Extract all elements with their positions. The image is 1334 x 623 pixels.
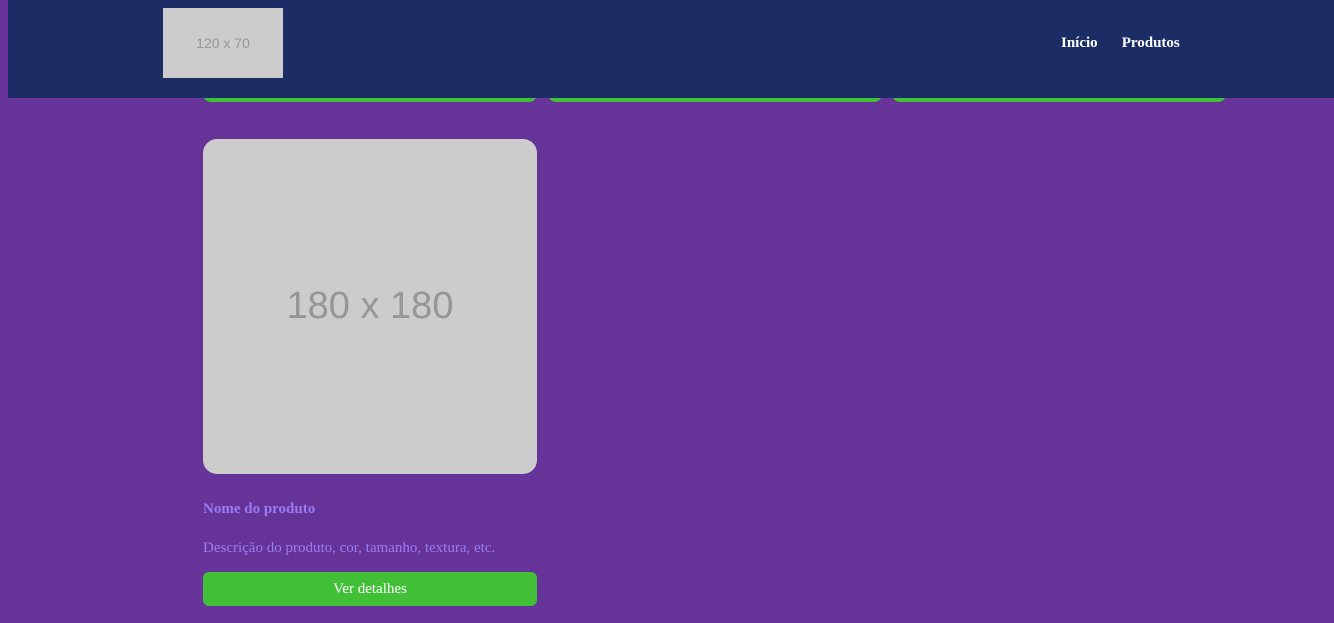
- product-card: 180 x 180 Nome do produto Descrição do p…: [203, 139, 537, 606]
- product-name: Nome do produto: [203, 501, 316, 517]
- page: 120 x 70 Início Produtos 180 x 180 Nome …: [0, 0, 1334, 623]
- logo-placeholder[interactable]: 120 x 70: [163, 8, 283, 78]
- nav-link-inicio[interactable]: Início: [1061, 35, 1098, 52]
- product-description: Descrição do produto, cor, tamanho, text…: [203, 540, 496, 556]
- site-header: 120 x 70 Início Produtos: [8, 0, 1334, 98]
- nav-link-produtos[interactable]: Produtos: [1122, 35, 1180, 52]
- product-image-placeholder: 180 x 180: [203, 139, 537, 474]
- view-details-button[interactable]: Ver detalhes: [203, 572, 537, 606]
- main-nav: Início Produtos: [1061, 35, 1180, 52]
